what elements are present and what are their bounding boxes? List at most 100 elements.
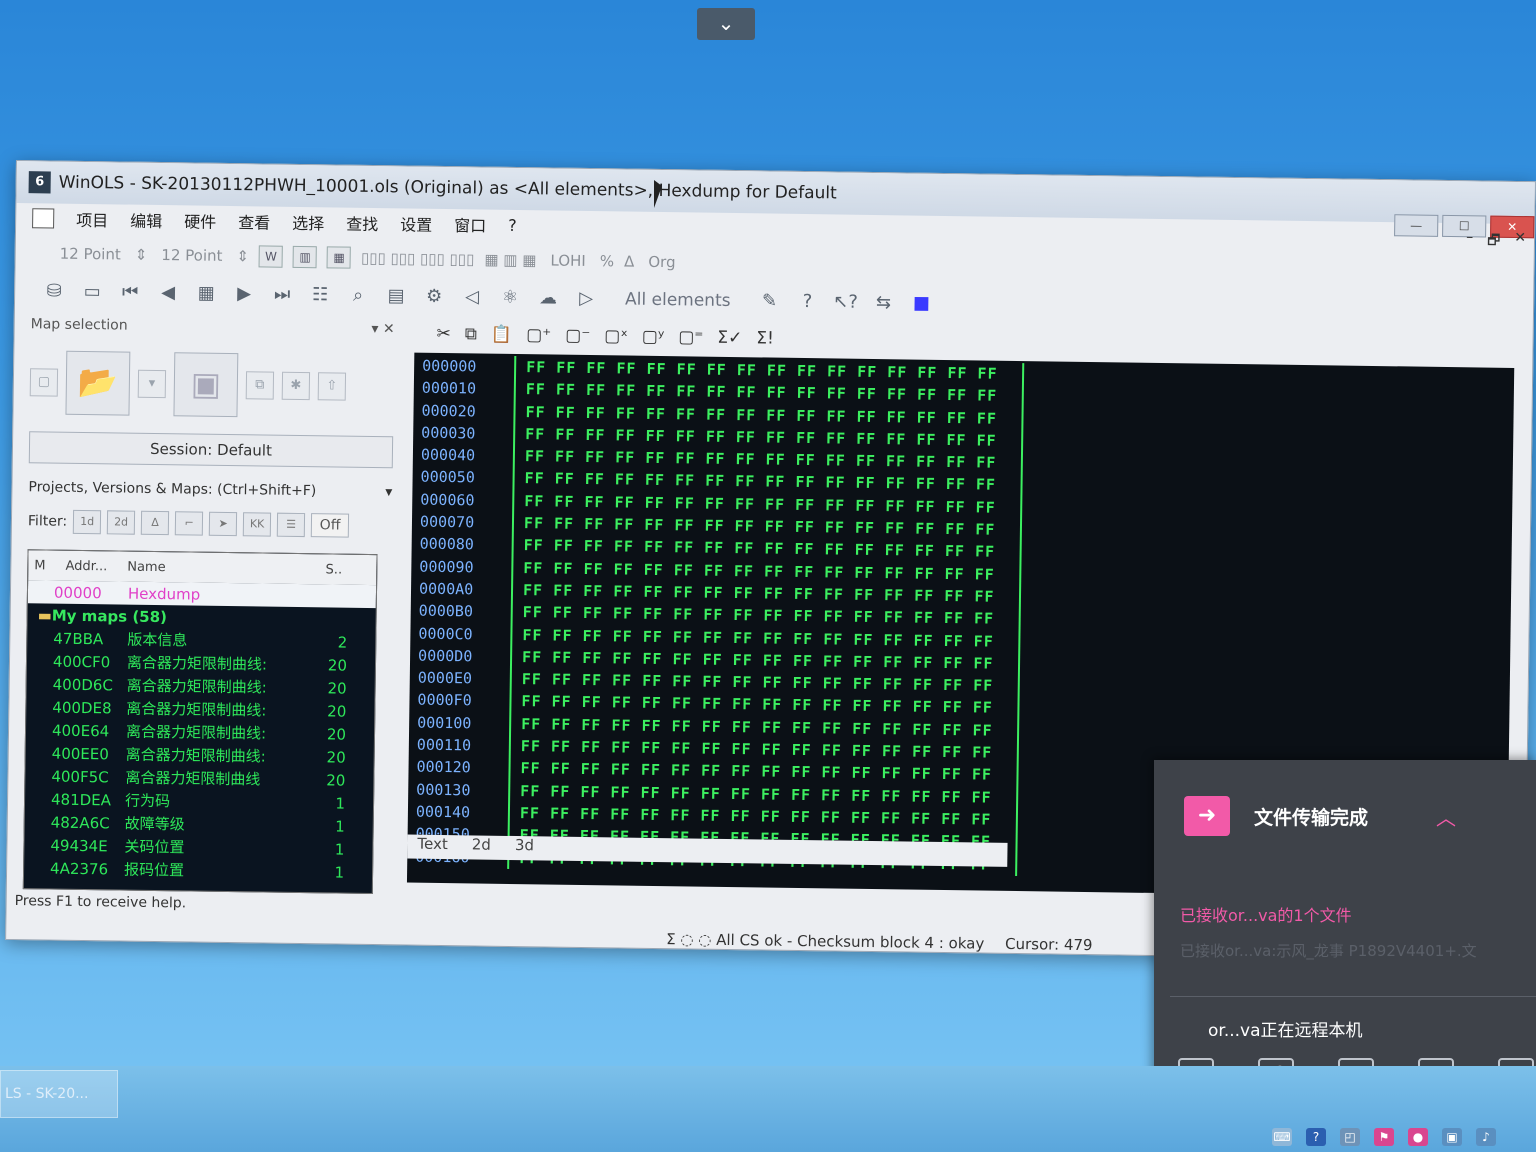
row-addr: 47BBA bbox=[53, 629, 104, 648]
mdi-minimize-button[interactable]: – bbox=[1466, 229, 1473, 253]
col-m[interactable]: M bbox=[34, 558, 45, 573]
insert-icon[interactable]: ▢⁺ bbox=[526, 325, 551, 345]
last-icon[interactable]: ⏭ bbox=[269, 282, 295, 308]
lohi-button[interactable]: LOHI bbox=[546, 249, 590, 272]
back-icon[interactable]: ◁ bbox=[459, 284, 485, 310]
menu-view[interactable]: 查看 bbox=[238, 209, 270, 233]
mdi-close-button[interactable]: ✕ bbox=[1514, 230, 1526, 254]
menu-select[interactable]: 选择 bbox=[292, 210, 324, 234]
font-size-select-1[interactable]: 12 Point bbox=[56, 243, 125, 266]
chevron-down-icon[interactable]: ▾ bbox=[385, 484, 392, 500]
first-icon[interactable]: ⏮ bbox=[117, 279, 143, 305]
word-mode-icon[interactable]: W bbox=[258, 245, 284, 268]
paste-icon[interactable]: 📋 bbox=[491, 325, 512, 345]
remove-icon[interactable]: ▢⁻ bbox=[565, 326, 590, 346]
hex-data[interactable]: FF FF FF FF FF FF FF FF FF FF FF FF FF F… bbox=[507, 355, 1025, 876]
checksum-verify-icon[interactable]: Σ✓ bbox=[717, 328, 742, 348]
context-help-icon[interactable]: ↖? bbox=[832, 289, 858, 315]
search-icon[interactable]: ⌕ bbox=[345, 283, 371, 309]
filter-2d-icon[interactable]: 2d bbox=[106, 510, 136, 535]
menu-project[interactable]: 项目 bbox=[76, 207, 108, 231]
filter-1d-icon[interactable]: 1d bbox=[72, 509, 102, 535]
star-icon[interactable]: ✱ bbox=[281, 371, 311, 401]
taskbar-item-winols[interactable]: LS - SK-20... bbox=[0, 1070, 118, 1118]
panel-title: Map selection bbox=[30, 316, 128, 334]
projects-selector[interactable]: Projects, Versions & Maps: (Ctrl+Shift+F… bbox=[28, 479, 392, 500]
menu-edit[interactable]: 编辑 bbox=[130, 208, 162, 232]
color-icon[interactable]: ■ bbox=[908, 290, 934, 316]
scroll-icon[interactable]: ▤ bbox=[383, 283, 409, 309]
prev-icon[interactable]: ◀ bbox=[155, 280, 181, 306]
grid-icon[interactable]: ▦ bbox=[326, 246, 352, 269]
menu-hardware[interactable]: 硬件 bbox=[184, 208, 216, 232]
import-icon[interactable]: ▣ bbox=[173, 352, 239, 418]
forward-icon[interactable]: ▷ bbox=[573, 286, 599, 312]
remote-tray-icon[interactable]: ● bbox=[1408, 1128, 1428, 1146]
fill-icon[interactable]: ▢⁼ bbox=[678, 327, 703, 347]
open-icon[interactable]: ▭ bbox=[79, 279, 105, 305]
filter-3d-icon[interactable]: Δ bbox=[140, 510, 170, 536]
volume-tray-icon[interactable]: ♪ bbox=[1476, 1128, 1496, 1146]
row-name: 行为码 bbox=[124, 791, 171, 811]
table-icons[interactable]: ▦ ▥ ▦ bbox=[484, 251, 536, 270]
divide-icon[interactable]: ▢ʸ bbox=[642, 327, 665, 347]
menu-window[interactable]: 窗口 bbox=[454, 212, 486, 236]
font-size-select-2[interactable]: 12 Point bbox=[157, 244, 226, 267]
offset-label: 000110 bbox=[416, 735, 472, 755]
upload-icon[interactable]: ⇧ bbox=[317, 372, 347, 401]
table-view-icon[interactable]: ▦ bbox=[193, 280, 219, 306]
keyboard-tray-icon[interactable]: ⌨ bbox=[1272, 1128, 1292, 1146]
percent-icon[interactable]: % bbox=[600, 252, 615, 270]
menu-settings[interactable]: 设置 bbox=[400, 211, 432, 235]
filter-list-icon[interactable]: ☰ bbox=[276, 512, 306, 538]
copy-icon[interactable]: ⧉ bbox=[245, 371, 275, 400]
database-icon[interactable]: ⛁ bbox=[41, 278, 67, 304]
close-panel-icon[interactable]: ▾ ✕ bbox=[371, 321, 394, 337]
spin-icon[interactable]: ⇕ bbox=[236, 247, 249, 265]
dropdown-icon[interactable]: ▾ bbox=[137, 369, 167, 399]
col-name[interactable]: Name bbox=[127, 559, 166, 575]
collapse-chevron-icon[interactable]: ⌄ bbox=[697, 8, 755, 40]
next-icon[interactable]: ▶ bbox=[231, 281, 257, 307]
open-folder-icon[interactable]: 📂 bbox=[65, 350, 131, 416]
menu-find[interactable]: 查找 bbox=[346, 211, 378, 235]
spin-icon[interactable]: ⇕ bbox=[135, 246, 148, 264]
help-tray-icon[interactable]: ? bbox=[1306, 1128, 1326, 1146]
mdi-restore-button[interactable]: 🗗 bbox=[1487, 230, 1500, 254]
tree-icon[interactable]: ☷ bbox=[307, 282, 333, 308]
cut-icon[interactable]: ✂ bbox=[436, 324, 451, 344]
flag-tray-icon[interactable]: ⚑ bbox=[1374, 1128, 1394, 1146]
window-tray-icon[interactable]: ◰ bbox=[1340, 1128, 1360, 1146]
tab-3d[interactable]: 3d bbox=[515, 836, 534, 860]
col-addr[interactable]: Addr... bbox=[65, 558, 107, 574]
connect-icon[interactable]: ⚛ bbox=[497, 285, 523, 311]
list-item[interactable]: 4A2376 报码位置 1 bbox=[24, 856, 372, 884]
tab-2d[interactable]: 2d bbox=[472, 835, 491, 859]
document-menu-icon[interactable] bbox=[32, 208, 55, 229]
delta-icon[interactable]: Δ bbox=[624, 253, 635, 271]
multiply-icon[interactable]: ▢ˣ bbox=[604, 326, 628, 346]
filter-pointer-icon[interactable]: ➤ bbox=[208, 511, 238, 537]
elements-selector[interactable]: All elements bbox=[625, 290, 731, 311]
help-icon[interactable]: ? bbox=[794, 289, 820, 315]
cloud-icon[interactable]: ☁ bbox=[535, 285, 561, 311]
network-icon[interactable]: ⚙ bbox=[421, 284, 447, 310]
column-icon[interactable]: ▥ bbox=[292, 245, 318, 269]
bit-icons[interactable]: ▯▯▯ ▯▯▯ ▯▯▯ ▯▯▯ bbox=[361, 249, 475, 269]
network-tray-icon[interactable]: ▣ bbox=[1442, 1128, 1462, 1146]
org-button[interactable]: Org bbox=[644, 251, 680, 273]
chevron-up-icon[interactable]: ︿ bbox=[1436, 802, 1456, 831]
filter-axis-icon[interactable]: ⌐ bbox=[174, 511, 204, 536]
filter-off-button[interactable]: Off bbox=[310, 513, 350, 538]
tab-text[interactable]: Text bbox=[417, 835, 448, 859]
session-button[interactable]: Session: Default bbox=[28, 431, 394, 469]
copy-icon[interactable]: ⧉ bbox=[465, 324, 477, 344]
tool-icon[interactable]: ✎ bbox=[756, 288, 782, 314]
received-message[interactable]: 已接收or...va的1个文件 bbox=[1180, 902, 1352, 926]
new-icon[interactable]: ▢ bbox=[29, 368, 59, 397]
compare-icon[interactable]: ⇆ bbox=[870, 290, 896, 316]
filter-kk-icon[interactable]: KK bbox=[242, 512, 272, 537]
menu-help[interactable]: ? bbox=[508, 215, 517, 234]
checksum-calc-icon[interactable]: Σ! bbox=[756, 328, 774, 348]
col-size[interactable]: S.. bbox=[326, 562, 343, 577]
